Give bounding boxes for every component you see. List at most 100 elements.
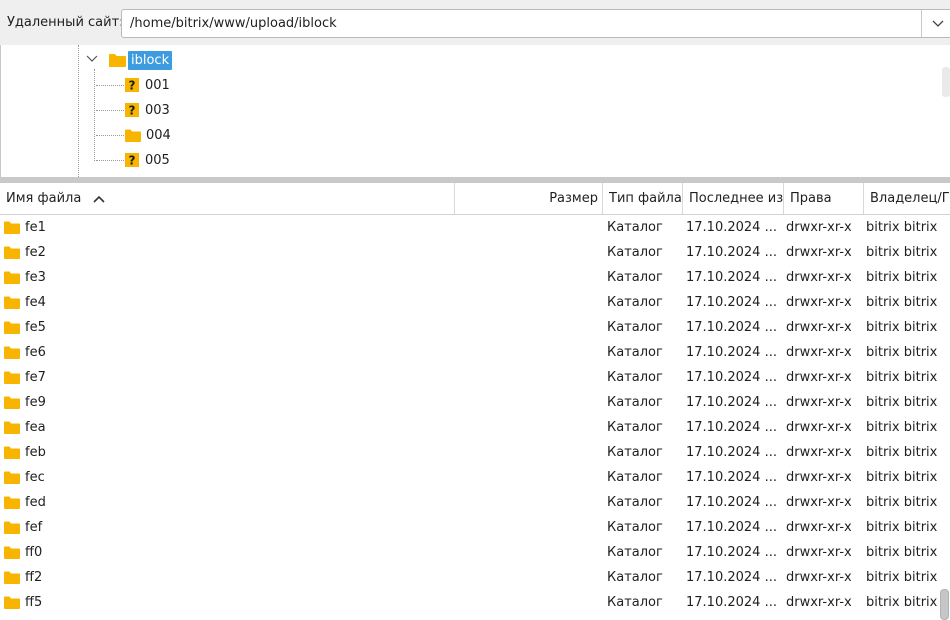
file-name: fe1	[25, 220, 46, 235]
path-dropdown-button[interactable]	[921, 10, 950, 37]
tree-node-003[interactable]: ? 003	[125, 99, 173, 121]
column-header-label: Имя файла	[6, 191, 82, 206]
column-header-size[interactable]: Размер	[455, 183, 603, 214]
file-type: Каталог	[607, 295, 663, 310]
file-row[interactable]: fe5 Каталог 17.10.2024 ... drwxr-xr-x bitrix…	[0, 315, 950, 340]
column-header-owner[interactable]: Владелец/Гр	[864, 183, 950, 214]
file-owner: bitrix bitrix	[866, 395, 938, 410]
tree-guide-line	[78, 45, 79, 177]
file-owner: bitrix bitrix	[866, 420, 938, 435]
tree-node-label: 005	[145, 152, 170, 168]
file-owner: bitrix bitrix	[866, 220, 938, 235]
file-owner: bitrix bitrix	[866, 245, 938, 260]
remote-directory-tree[interactable]: iblock ? 001 ? 003 004 ? 005	[0, 45, 950, 177]
tree-branch-line	[96, 85, 124, 86]
file-type: Каталог	[607, 220, 663, 235]
file-row[interactable]: fe6 Каталог 17.10.2024 ... drwxr-xr-x bitrix…	[0, 340, 950, 365]
column-header-permissions[interactable]: Права	[784, 183, 864, 214]
folder-icon	[125, 129, 141, 142]
file-name: fe3	[25, 270, 46, 285]
file-name: fed	[25, 495, 46, 510]
tree-node-001[interactable]: ? 001	[125, 74, 173, 96]
file-name: fe2	[25, 245, 46, 260]
tree-node-005[interactable]: ? 005	[125, 149, 173, 171]
column-header-name[interactable]: Имя файла	[0, 183, 455, 214]
file-type: Каталог	[607, 545, 663, 560]
file-permissions: drwxr-xr-x	[786, 345, 852, 360]
file-permissions: drwxr-xr-x	[786, 595, 852, 610]
file-row[interactable]: fe2 Каталог 17.10.2024 ... drwxr-xr-x bitrix…	[0, 240, 950, 265]
column-header-type[interactable]: Тип файла	[603, 183, 683, 214]
chevron-down-icon	[932, 20, 944, 27]
file-modified: 17.10.2024 ...	[686, 270, 777, 285]
file-owner: bitrix bitrix	[866, 370, 938, 385]
remote-path-combobox[interactable]: /home/bitrix/www/upload/iblock	[121, 9, 950, 38]
file-type: Каталог	[607, 270, 663, 285]
file-list-scrollbar-thumb[interactable]	[940, 589, 949, 620]
file-type: Каталог	[607, 345, 663, 360]
file-modified: 17.10.2024 ...	[686, 545, 777, 560]
tree-branch-line	[96, 135, 124, 136]
tree-node-label: iblock	[128, 50, 173, 70]
tree-node-iblock[interactable]: iblock	[109, 49, 173, 71]
file-row[interactable]: fe7 Каталог 17.10.2024 ... drwxr-xr-x bitrix…	[0, 365, 950, 390]
tree-branch-line	[96, 160, 124, 161]
tree-guide-line	[94, 69, 95, 161]
folder-icon	[4, 346, 20, 359]
folder-icon	[4, 571, 20, 584]
folder-icon	[4, 421, 20, 434]
file-row[interactable]: ff5 Каталог 17.10.2024 ... drwxr-xr-x bitrix…	[0, 590, 950, 615]
file-type: Каталог	[607, 445, 663, 460]
file-modified: 17.10.2024 ...	[686, 445, 777, 460]
file-row[interactable]: fea Каталог 17.10.2024 ... drwxr-xr-x bitrix…	[0, 415, 950, 440]
file-modified: 17.10.2024 ...	[686, 370, 777, 385]
file-name: ff2	[25, 570, 43, 585]
svg-text:?: ?	[129, 79, 136, 93]
tree-scrollbar[interactable]	[942, 67, 950, 97]
file-row[interactable]: fe3 Каталог 17.10.2024 ... drwxr-xr-x bitrix…	[0, 265, 950, 290]
file-list-header: Имя файла Размер Тип файла Последнее изм…	[0, 183, 950, 215]
column-header-label: Размер	[549, 191, 598, 206]
folder-icon	[4, 296, 20, 309]
tree-collapse-icon[interactable]	[85, 52, 99, 66]
file-type: Каталог	[607, 320, 663, 335]
file-row[interactable]: fe1 Каталог 17.10.2024 ... drwxr-xr-x bitrix…	[0, 215, 950, 240]
file-row[interactable]: feb Каталог 17.10.2024 ... drwxr-xr-x bitrix…	[0, 440, 950, 465]
file-permissions: drwxr-xr-x	[786, 370, 852, 385]
file-name: fef	[25, 520, 43, 535]
folder-icon	[4, 271, 20, 284]
file-modified: 17.10.2024 ...	[686, 570, 777, 585]
file-permissions: drwxr-xr-x	[786, 270, 852, 285]
column-header-label: Тип файла	[609, 191, 682, 206]
file-modified: 17.10.2024 ...	[686, 345, 777, 360]
tree-node-004[interactable]: 004	[125, 124, 174, 146]
unknown-folder-icon: ?	[125, 103, 139, 117]
file-row[interactable]: ff2 Каталог 17.10.2024 ... drwxr-xr-x bitrix…	[0, 565, 950, 590]
column-header-modified[interactable]: Последнее изм	[683, 183, 784, 214]
file-row[interactable]: fe9 Каталог 17.10.2024 ... drwxr-xr-x bitrix…	[0, 390, 950, 415]
file-owner: bitrix bitrix	[866, 445, 938, 460]
tree-branch-line	[96, 110, 124, 111]
column-header-label: Владелец/Гр	[870, 191, 950, 206]
file-modified: 17.10.2024 ...	[686, 595, 777, 610]
folder-icon	[4, 471, 20, 484]
file-permissions: drwxr-xr-x	[786, 420, 852, 435]
tree-node-label: 003	[145, 102, 170, 118]
folder-icon	[4, 396, 20, 409]
unknown-folder-icon: ?	[125, 78, 139, 92]
file-row[interactable]: fed Каталог 17.10.2024 ... drwxr-xr-x bitrix…	[0, 490, 950, 515]
file-type: Каталог	[607, 495, 663, 510]
file-modified: 17.10.2024 ...	[686, 470, 777, 485]
file-modified: 17.10.2024 ...	[686, 495, 777, 510]
file-list[interactable]: fe1 Каталог 17.10.2024 ... drwxr-xr-x bitrix…	[0, 215, 950, 620]
file-type: Каталог	[607, 570, 663, 585]
file-modified: 17.10.2024 ...	[686, 245, 777, 260]
folder-icon	[4, 321, 20, 334]
file-row[interactable]: fe4 Каталог 17.10.2024 ... drwxr-xr-x bitrix…	[0, 290, 950, 315]
file-permissions: drwxr-xr-x	[786, 220, 852, 235]
remote-path-input[interactable]: /home/bitrix/www/upload/iblock	[130, 16, 337, 31]
file-row[interactable]: fef Каталог 17.10.2024 ... drwxr-xr-x bitrix…	[0, 515, 950, 540]
file-row[interactable]: fec Каталог 17.10.2024 ... drwxr-xr-x bitrix…	[0, 465, 950, 490]
file-row[interactable]: ff0 Каталог 17.10.2024 ... drwxr-xr-x bitrix…	[0, 540, 950, 565]
file-name: feb	[25, 445, 46, 460]
